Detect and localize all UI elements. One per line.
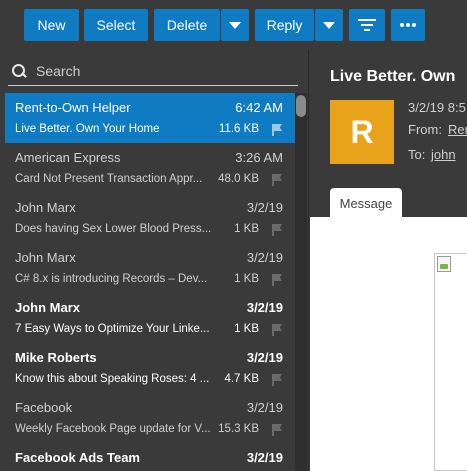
search-icon xyxy=(12,63,26,78)
message-subject-preview: Live Better. Own Your Home xyxy=(15,123,160,135)
list-item[interactable]: Rent-to-Own Helper 6:42 AM Live Better. Ow… xyxy=(5,93,295,143)
message-time: 3/2/19 xyxy=(246,250,283,265)
broken-image xyxy=(434,253,467,471)
flag-icon[interactable] xyxy=(272,174,283,186)
message-time: 3/2/19 xyxy=(246,200,283,215)
message-size: 1 KB xyxy=(234,323,259,335)
sender-name: John Marx xyxy=(15,300,81,315)
delete-button[interactable]: Delete xyxy=(154,9,220,41)
delete-button-label: Delete xyxy=(166,17,208,33)
new-button[interactable]: New xyxy=(24,9,79,41)
search-box[interactable]: Search xyxy=(8,56,298,86)
message-body xyxy=(310,217,467,471)
avatar: R xyxy=(330,100,394,164)
flag-icon[interactable] xyxy=(272,374,283,386)
message-size: 1 KB xyxy=(234,223,259,235)
to-label: To: xyxy=(408,147,426,162)
message-list: Rent-to-Own Helper 6:42 AM Live Better. Ow… xyxy=(5,93,295,471)
sender-name: Mike Roberts xyxy=(15,350,97,365)
list-item[interactable]: American Express 3:26 AM Card Not Present … xyxy=(5,143,295,193)
list-item[interactable]: John Marx 3/2/19 C# 8.x is introducing Rec… xyxy=(5,243,295,293)
message-size: 11.6 KB xyxy=(218,123,259,135)
flag-icon[interactable] xyxy=(272,124,283,136)
chevron-down-icon xyxy=(229,21,241,29)
from-label: From: xyxy=(408,122,442,137)
flag-icon[interactable] xyxy=(272,224,283,236)
message-size: 1 KB xyxy=(234,273,259,285)
message-size: 4.7 KB xyxy=(224,373,259,385)
message-subject-preview: Does having Sex Lower Blood Press... xyxy=(15,223,212,235)
select-button-label: Select xyxy=(96,17,136,33)
message-time: 3/2/19 xyxy=(246,300,283,315)
message-subject-preview: 7 Easy Ways to Optimize Your Linke... xyxy=(15,323,210,335)
select-button[interactable]: Select xyxy=(84,9,148,41)
message-time: 3:26 AM xyxy=(235,150,283,165)
from-link[interactable]: Ren xyxy=(448,122,467,137)
list-item[interactable]: Facebook 3/2/19 Weekly Facebook Page updat… xyxy=(5,393,295,443)
mail-app: New Select Delete Reply Search Rent-to-O… xyxy=(0,0,467,471)
sender-name: John Marx xyxy=(15,250,76,265)
message-time: 3/2/19 xyxy=(246,350,283,365)
message-subject-preview: Card Not Present Transaction Appr... xyxy=(15,173,203,185)
message-list-pane: Search Rent-to-Own Helper 6:42 AM Live Bet… xyxy=(0,50,309,471)
message-subject: Live Better. Own xyxy=(330,68,456,85)
list-item[interactable]: Mike Roberts 3/2/19 Know this about Speaki… xyxy=(5,343,295,393)
message-time: 3/2/19 xyxy=(246,450,283,465)
sender-name: American Express xyxy=(15,150,121,165)
sender-name: Rent-to-Own Helper xyxy=(15,100,131,115)
delete-dropdown-button[interactable] xyxy=(221,9,249,41)
reply-button-label: Reply xyxy=(266,17,303,33)
search-input[interactable]: Search xyxy=(36,63,80,79)
sender-name: Facebook Ads Team xyxy=(15,450,140,465)
list-item[interactable]: John Marx 3/2/19 7 Easy Ways to Optimize Y… xyxy=(5,293,295,343)
message-subject-preview: Know this about Speaking Roses: 4 ... xyxy=(15,373,210,385)
list-item[interactable]: Facebook Ads Team 3/2/19 xyxy=(5,443,295,471)
message-list-scrollbar[interactable] xyxy=(295,93,307,471)
flag-icon[interactable] xyxy=(272,324,283,336)
flag-icon[interactable] xyxy=(272,274,283,286)
sort-icon xyxy=(358,19,376,31)
list-item[interactable]: John Marx 3/2/19 Does having Sex Lower Blo… xyxy=(5,193,295,243)
more-button[interactable] xyxy=(391,9,425,41)
message-subject-preview: Weekly Facebook Page update for V... xyxy=(15,423,211,435)
message-size: 48.0 KB xyxy=(218,173,259,185)
new-button-label: New xyxy=(37,17,66,33)
scrollbar-thumb[interactable] xyxy=(296,95,306,117)
message-time: 6:42 AM xyxy=(235,100,283,115)
reply-button[interactable]: Reply xyxy=(255,9,314,41)
reading-pane: Live Better. Own R 3/2/19 8:5 From: Ren … xyxy=(310,50,467,471)
message-subject-preview: C# 8.x is introducing Records – Dev... xyxy=(15,273,208,285)
sender-name: John Marx xyxy=(15,200,76,215)
broken-image-icon xyxy=(437,256,451,272)
message-time: 3/2/19 xyxy=(246,400,283,415)
more-icon xyxy=(400,23,416,27)
sort-button[interactable] xyxy=(349,9,385,41)
message-size: 15.3 KB xyxy=(218,423,259,435)
toolbar: New Select Delete Reply xyxy=(0,0,467,50)
chevron-down-icon xyxy=(323,21,335,29)
tab-message[interactable]: Message xyxy=(330,188,402,218)
message-date: 3/2/19 8:5 xyxy=(408,100,466,115)
reply-dropdown-button[interactable] xyxy=(315,9,343,41)
flag-icon[interactable] xyxy=(272,424,283,436)
sender-name: Facebook xyxy=(15,400,73,415)
to-link[interactable]: john xyxy=(431,147,456,162)
